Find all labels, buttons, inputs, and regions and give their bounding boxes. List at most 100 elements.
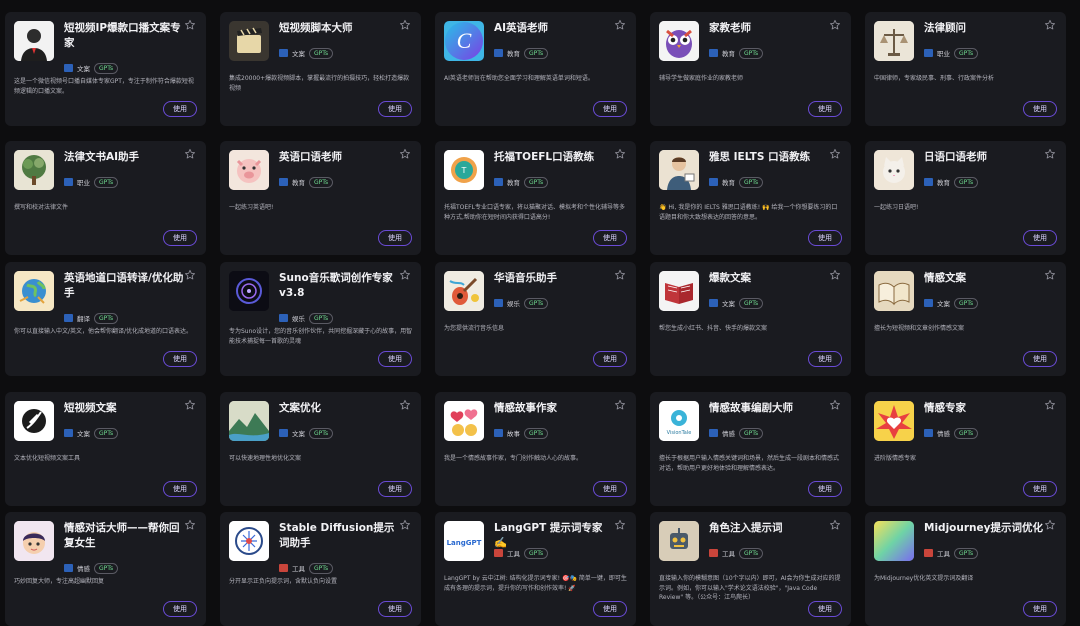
use-button[interactable]: 使用 xyxy=(1023,481,1057,497)
use-button[interactable]: 使用 xyxy=(593,481,627,497)
flag-icon xyxy=(709,49,718,57)
use-button[interactable]: 使用 xyxy=(808,481,842,497)
card-meta: 工具 GPTs xyxy=(279,562,334,574)
use-button[interactable]: 使用 xyxy=(808,601,842,617)
use-button[interactable]: 使用 xyxy=(163,230,197,246)
star-icon[interactable] xyxy=(614,19,626,31)
gpt-card[interactable]: Stable Diffusion提示词助手 工具 GPTs 分开显示正负向提示词，含默… xyxy=(220,512,421,626)
use-button[interactable]: 使用 xyxy=(593,601,627,617)
gpt-card[interactable]: 法律顾问 职业 GPTs 中国律师，专家级民事、刑事、行政案件分析 使用 xyxy=(865,12,1066,126)
gpt-card[interactable]: Suno音乐歌词创作专家v3.8 娱乐 GPTs 专为Suno设计，您的音乐创作伙伴，… xyxy=(220,262,421,376)
star-icon[interactable] xyxy=(1044,269,1056,281)
use-button[interactable]: 使用 xyxy=(808,230,842,246)
use-button[interactable]: 使用 xyxy=(163,601,197,617)
gpt-card[interactable]: 英语口语老师 教育 GPTs 一起练习英语吧! 使用 xyxy=(220,141,421,255)
star-icon[interactable] xyxy=(614,519,626,531)
gpt-card[interactable]: VisionTale 情感故事编剧大师 情感 GPTs 擅长于根据用户输入情感关键词和场… xyxy=(650,392,851,506)
star-icon[interactable] xyxy=(399,399,411,411)
star-icon[interactable] xyxy=(399,148,411,160)
gpt-card[interactable]: 爆款文案 文案 GPTs 帮您生成小红书、抖音、快手的爆款文案 使用 xyxy=(650,262,851,376)
use-button[interactable]: 使用 xyxy=(163,351,197,367)
card-description: 一起练习日语吧! xyxy=(874,204,919,211)
star-icon[interactable] xyxy=(829,399,841,411)
star-icon[interactable] xyxy=(614,148,626,160)
flag-icon xyxy=(494,549,503,557)
flag-icon xyxy=(279,314,288,322)
star-icon[interactable] xyxy=(829,148,841,160)
gpts-badge: GPTs xyxy=(954,427,979,439)
use-button[interactable]: 使用 xyxy=(163,101,197,117)
use-button[interactable]: 使用 xyxy=(808,101,842,117)
star-icon[interactable] xyxy=(184,148,196,160)
gpts-badge: GPTs xyxy=(739,427,764,439)
star-icon[interactable] xyxy=(614,399,626,411)
star-icon[interactable] xyxy=(829,19,841,31)
flag-icon xyxy=(279,429,288,437)
star-icon[interactable] xyxy=(399,269,411,281)
star-icon[interactable] xyxy=(829,269,841,281)
star-icon[interactable] xyxy=(1044,399,1056,411)
star-icon[interactable] xyxy=(829,519,841,531)
use-button[interactable]: 使用 xyxy=(378,481,412,497)
gpts-badge: GPTs xyxy=(739,297,764,309)
gpt-card[interactable]: 家教老师 教育 GPTs 辅导学生做家庭作业的家教老师 使用 xyxy=(650,12,851,126)
use-button[interactable]: 使用 xyxy=(593,351,627,367)
use-button[interactable]: 使用 xyxy=(378,230,412,246)
gpt-card[interactable]: 短视频IP爆款口播文案专家 文案 GPTs 这是一个微信视频号口播自媒体专家GPT，专… xyxy=(5,12,206,126)
use-button[interactable]: 使用 xyxy=(163,481,197,497)
star-icon[interactable] xyxy=(184,399,196,411)
use-button[interactable]: 使用 xyxy=(593,230,627,246)
card-title: 短视频脚本大师 xyxy=(279,22,353,34)
gpt-card[interactable]: 英语地道口语转译/优化助手 翻译 GPTs 你可以直接输入中文/英文，他会帮你翻译/优… xyxy=(5,262,206,376)
gpt-card[interactable]: 短视频文案 文案 GPTs 文本优化短视频文案工具 使用 xyxy=(5,392,206,506)
gpt-card[interactable]: 情感专家 情感 GPTs 进阶版情感专家 使用 xyxy=(865,392,1066,506)
svg-text:T: T xyxy=(461,166,467,175)
flag-icon xyxy=(924,178,933,186)
use-button[interactable]: 使用 xyxy=(1023,351,1057,367)
gpt-card[interactable]: 法律文书AI助手 职业 GPTs 撰写和校对法律文件 使用 xyxy=(5,141,206,255)
category-label: 情感 xyxy=(77,565,90,573)
star-icon[interactable] xyxy=(614,269,626,281)
use-button[interactable]: 使用 xyxy=(378,351,412,367)
gpt-card[interactable]: 情感文案 文案 GPTs 擅长为短视频和文章创作情感文案 使用 xyxy=(865,262,1066,376)
gpt-card[interactable]: 角色注入提示词 工具 GPTs 直接输入你的模糊意图（10个字以内）即可，AI会为你生… xyxy=(650,512,851,626)
landscape-icon xyxy=(229,401,269,441)
gpt-card[interactable]: 日语口语老师 教育 GPTs 一起练习日语吧! 使用 xyxy=(865,141,1066,255)
category-label: 职业 xyxy=(77,179,90,187)
star-icon[interactable] xyxy=(1044,148,1056,160)
gpt-card[interactable]: C AI英语老师 教育 GPTs AI英语老师旨在帮助您全面学习和理解英语单词和短语。使… xyxy=(435,12,636,126)
gpt-card[interactable]: 华语音乐助手 娱乐 GPTs 为您提供流行音乐信息 使用 xyxy=(435,262,636,376)
use-button[interactable]: 使用 xyxy=(808,351,842,367)
category-label: 文案 xyxy=(937,300,950,308)
star-icon[interactable] xyxy=(184,519,196,531)
star-icon[interactable] xyxy=(184,269,196,281)
use-button[interactable]: 使用 xyxy=(378,601,412,617)
card-title: AI英语老师 xyxy=(494,22,549,34)
gpt-card[interactable]: Midjourney提示词优化 工具 GPTs 为Midjourney优化英文提示词及… xyxy=(865,512,1066,626)
card-description: 集成20000+爆款视频脚本，掌握最流行的拍摄技巧，轻松打造爆款视频 xyxy=(229,75,410,92)
brain-circuit-icon xyxy=(229,521,269,561)
use-button[interactable]: 使用 xyxy=(1023,601,1057,617)
gpt-card[interactable]: 雅思 IELTS 口语教练 教育 GPTs 👋 Hi, 我是你的 IELTS 雅思口语… xyxy=(650,141,851,255)
flag-icon xyxy=(279,564,288,572)
gpt-card[interactable]: 文案优化 文案 GPTs 可以快速地理性地优化文案 使用 xyxy=(220,392,421,506)
card-meta: 教育 GPTs xyxy=(709,47,764,59)
card-description: 擅长于根据用户输入情感关键词和场景，然后生成一段剧本和情感式对话，帮助用户更好地… xyxy=(659,455,840,472)
use-button[interactable]: 使用 xyxy=(1023,230,1057,246)
use-button[interactable]: 使用 xyxy=(1023,101,1057,117)
scales-icon xyxy=(874,21,914,61)
use-button[interactable]: 使用 xyxy=(378,101,412,117)
gpts-badge: GPTs xyxy=(524,47,549,59)
gpt-card[interactable]: 情感对话大师——帮你回复女生 情感 GPTs 巧妙回复大师，专注高超幽默回复 使用 xyxy=(5,512,206,626)
gpt-card[interactable]: T 托福TOEFL口语教练 教育 GPTs 托福TOEFL专业口语专家，将以猫聚对话、模… xyxy=(435,141,636,255)
card-meta: 教育 GPTs xyxy=(924,176,979,188)
gpt-card[interactable]: 短视频脚本大师 文案 GPTs 集成20000+爆款视频脚本，掌握最流行的拍摄技巧，轻… xyxy=(220,12,421,126)
star-icon[interactable] xyxy=(1044,19,1056,31)
gpt-card[interactable]: 情感故事作家 故事 GPTs 我是一个情感故事作家，专门创作触动人心的故事。 使用 xyxy=(435,392,636,506)
use-button[interactable]: 使用 xyxy=(593,101,627,117)
gpt-card[interactable]: LangGPT LangGPT 提示词专家 ✍️ 工具 GPTs LangGPT by … xyxy=(435,512,636,626)
star-icon[interactable] xyxy=(184,19,196,31)
star-icon[interactable] xyxy=(399,519,411,531)
star-icon[interactable] xyxy=(399,19,411,31)
star-icon[interactable] xyxy=(1044,519,1056,531)
